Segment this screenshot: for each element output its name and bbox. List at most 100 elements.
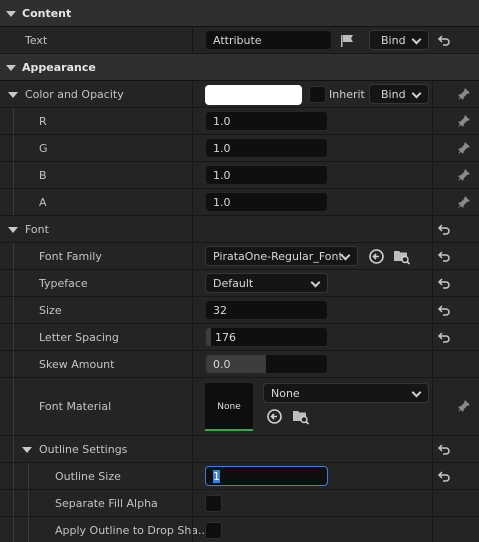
channel-input[interactable]: 1.0 bbox=[205, 165, 328, 185]
property-label: Font Family bbox=[39, 250, 102, 263]
browse-icon[interactable] bbox=[292, 408, 310, 425]
pin-icon[interactable] bbox=[457, 87, 471, 101]
letter-spacing-value: 176 bbox=[215, 331, 236, 344]
property-separate-fill-alpha: Separate Fill Alpha bbox=[0, 490, 479, 517]
reset-arrow-icon[interactable] bbox=[438, 304, 450, 316]
reset-arrow-icon[interactable] bbox=[438, 277, 450, 289]
indent-guide bbox=[28, 517, 29, 542]
bind-dropdown[interactable]: Bind bbox=[369, 30, 429, 50]
column-divider bbox=[192, 162, 193, 188]
pin-icon[interactable] bbox=[457, 114, 471, 128]
property-outline-settings: Outline Settings bbox=[0, 436, 479, 463]
bind-label: Bind bbox=[381, 34, 406, 47]
pin-icon[interactable] bbox=[457, 141, 471, 155]
use-selected-icon[interactable] bbox=[266, 408, 283, 425]
material-thumbnail[interactable]: None bbox=[205, 383, 253, 431]
reset-arrow-icon[interactable] bbox=[438, 443, 450, 455]
indent-guide bbox=[28, 490, 29, 516]
reset-arrow-icon[interactable] bbox=[438, 34, 450, 46]
text-input[interactable]: Attribute bbox=[205, 30, 332, 50]
flag-icon[interactable] bbox=[340, 34, 355, 48]
property-letter-spacing: Letter Spacing 176 bbox=[0, 324, 479, 351]
property-size: Size 32 bbox=[0, 297, 479, 324]
expand-arrow-icon[interactable] bbox=[8, 227, 18, 233]
column-divider bbox=[192, 463, 193, 489]
typeface-value: Default bbox=[213, 277, 254, 290]
pin-icon[interactable] bbox=[457, 399, 471, 413]
indent-guide bbox=[13, 463, 14, 489]
column-divider bbox=[192, 81, 193, 107]
property-label: R bbox=[39, 115, 47, 128]
font-family-value: PirataOne-Regular_Font bbox=[213, 250, 343, 263]
expand-arrow-icon[interactable] bbox=[8, 92, 18, 98]
letter-spacing-slider[interactable]: 176 bbox=[205, 327, 328, 347]
column-divider bbox=[192, 189, 193, 215]
expand-arrow-icon[interactable] bbox=[22, 447, 32, 453]
channel-input[interactable]: 1.0 bbox=[205, 111, 328, 131]
column-divider bbox=[192, 517, 193, 542]
reset-arrow-icon[interactable] bbox=[438, 223, 450, 235]
property-label: Typeface bbox=[39, 277, 88, 290]
property-label: Skew Amount bbox=[39, 358, 115, 371]
column-divider bbox=[192, 27, 193, 53]
separate-fill-alpha-checkbox[interactable] bbox=[205, 495, 222, 512]
property-channel-b: B 1.0 bbox=[0, 162, 479, 189]
indent-guide bbox=[13, 270, 14, 296]
property-label: Size bbox=[39, 304, 62, 317]
outline-size-input[interactable]: 1 bbox=[205, 466, 328, 486]
browse-icon[interactable] bbox=[393, 248, 411, 265]
outline-size-value: 1 bbox=[213, 470, 220, 483]
collapse-arrow-icon[interactable] bbox=[6, 65, 16, 71]
property-label: A bbox=[39, 196, 47, 209]
reset-arrow-icon[interactable] bbox=[438, 331, 450, 343]
color-swatch[interactable] bbox=[205, 85, 302, 105]
reset-arrow-icon[interactable] bbox=[438, 250, 450, 262]
indent-guide bbox=[13, 189, 14, 215]
property-typeface: Typeface Default bbox=[0, 270, 479, 297]
column-divider bbox=[192, 378, 193, 435]
material-preview-label: None bbox=[217, 402, 241, 412]
column-divider bbox=[192, 216, 193, 242]
property-label: Color and Opacity bbox=[25, 88, 124, 101]
font-material-value: None bbox=[271, 387, 300, 400]
channel-input[interactable]: 1.0 bbox=[205, 192, 328, 212]
indent-guide bbox=[13, 351, 14, 377]
size-input[interactable]: 32 bbox=[205, 300, 328, 320]
use-selected-icon[interactable] bbox=[368, 248, 385, 265]
section-appearance[interactable]: Appearance bbox=[0, 54, 479, 81]
skew-amount-slider[interactable]: 0.0 bbox=[205, 354, 328, 374]
indent-guide bbox=[13, 324, 14, 350]
property-label: Text bbox=[25, 34, 48, 47]
reset-arrow-icon[interactable] bbox=[438, 470, 450, 482]
channel-input[interactable]: 1.0 bbox=[205, 138, 328, 158]
column-divider bbox=[432, 216, 433, 242]
font-family-dropdown[interactable]: PirataOne-Regular_Font bbox=[205, 246, 358, 266]
column-divider bbox=[192, 436, 193, 462]
property-text: Text Attribute Bind bbox=[0, 27, 479, 54]
pin-icon[interactable] bbox=[457, 195, 471, 209]
property-label: Letter Spacing bbox=[39, 331, 119, 344]
column-divider bbox=[192, 270, 193, 296]
section-content[interactable]: Content bbox=[0, 0, 479, 27]
apply-outline-drop-shadow-checkbox[interactable] bbox=[205, 522, 222, 539]
bind-dropdown[interactable]: Bind bbox=[369, 84, 429, 104]
inherit-label: Inherit bbox=[329, 88, 365, 101]
column-divider bbox=[432, 490, 433, 516]
chevron-down-icon bbox=[411, 88, 422, 99]
collapse-arrow-icon[interactable] bbox=[6, 11, 16, 17]
font-material-dropdown[interactable]: None bbox=[263, 383, 429, 403]
chevron-down-icon bbox=[411, 34, 422, 45]
inherit-checkbox[interactable] bbox=[309, 86, 326, 103]
property-channel-r: R 1.0 bbox=[0, 108, 479, 135]
pin-icon[interactable] bbox=[457, 168, 471, 182]
property-label: Separate Fill Alpha bbox=[55, 497, 158, 510]
property-label: Font Material bbox=[39, 400, 112, 413]
column-divider bbox=[192, 351, 193, 377]
column-divider bbox=[432, 351, 433, 377]
column-divider bbox=[432, 162, 433, 188]
indent-guide bbox=[13, 297, 14, 323]
typeface-dropdown[interactable]: Default bbox=[205, 273, 328, 293]
property-font-material: Font Material None None bbox=[0, 378, 479, 436]
column-divider bbox=[432, 463, 433, 489]
column-divider bbox=[432, 324, 433, 350]
